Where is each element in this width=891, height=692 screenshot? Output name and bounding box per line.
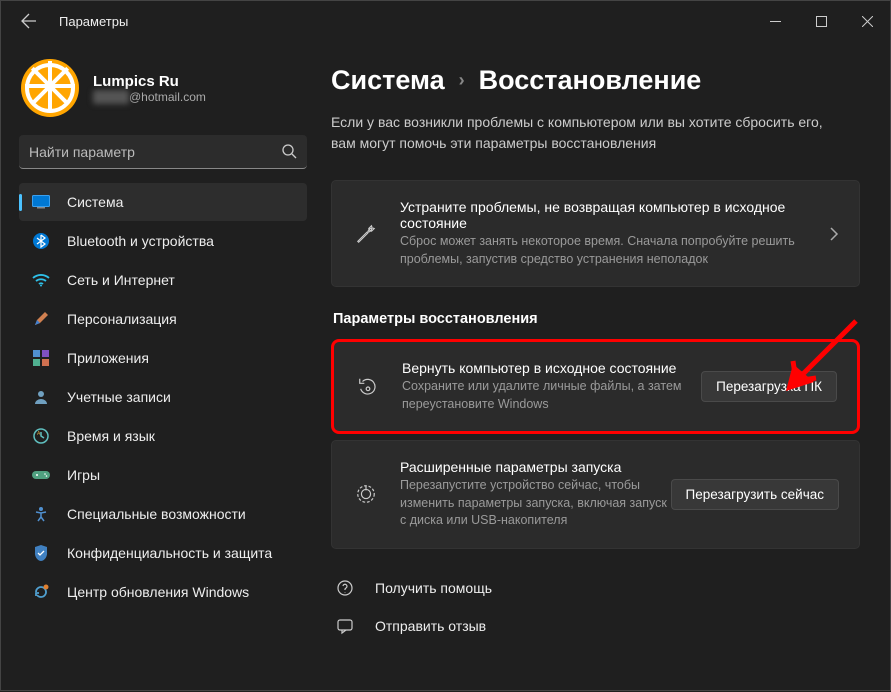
feedback-icon <box>333 617 357 635</box>
breadcrumb: Система › Восстановление <box>331 65 860 96</box>
update-icon <box>31 582 51 602</box>
nav-label: Приложения <box>67 350 149 366</box>
get-help-label: Получить помощь <box>375 580 492 596</box>
reset-pc-button[interactable]: Перезагрузка ПК <box>701 371 837 402</box>
advanced-startup-card: Расширенные параметры запуска Перезапуст… <box>331 440 860 549</box>
nav-label: Учетные записи <box>67 389 171 405</box>
nav-item-accessibility[interactable]: Специальные возможности <box>19 495 307 533</box>
section-title: Параметры восстановления <box>333 311 860 327</box>
nav-item-update[interactable]: Центр обновления Windows <box>19 573 307 611</box>
nav-item-brush[interactable]: Персонализация <box>19 300 307 338</box>
feedback-label: Отправить отзыв <box>375 618 486 634</box>
chevron-right-icon <box>829 227 839 241</box>
advanced-desc: Перезапустите устройство сейчас, чтобы и… <box>400 477 671 530</box>
restart-now-button[interactable]: Перезагрузить сейчас <box>671 479 839 510</box>
profile-name: Lumpics Ru <box>93 73 206 90</box>
nav-label: Bluetooth и устройства <box>67 233 214 249</box>
troubleshoot-title: Устраните проблемы, не возвращая компьют… <box>400 199 817 231</box>
search-icon <box>282 144 297 159</box>
nav-item-system[interactable]: Система <box>19 183 307 221</box>
reset-pc-card: Вернуть компьютер в исходное состояние С… <box>331 339 860 434</box>
wifi-icon <box>31 270 51 290</box>
apps-icon <box>31 348 51 368</box>
nav-label: Персонализация <box>67 311 177 327</box>
nav-item-time[interactable]: A Время и язык <box>19 417 307 455</box>
nav-label: Центр обновления Windows <box>67 584 249 600</box>
nav-label: Игры <box>67 467 100 483</box>
nav-label: Система <box>67 194 123 210</box>
reset-desc: Сохраните или удалите личные файлы, а за… <box>402 378 701 413</box>
games-icon <box>31 465 51 485</box>
search-box[interactable] <box>19 135 307 169</box>
back-button[interactable] <box>17 9 41 33</box>
window-title: Параметры <box>59 14 128 29</box>
maximize-button[interactable] <box>798 1 844 41</box>
nav-item-apps[interactable]: Приложения <box>19 339 307 377</box>
time-icon: A <box>31 426 51 446</box>
search-input[interactable] <box>29 144 282 160</box>
chevron-right-icon: › <box>459 70 465 91</box>
minimize-button[interactable] <box>752 1 798 41</box>
advanced-title: Расширенные параметры запуска <box>400 459 671 475</box>
nav-label: Специальные возможности <box>67 506 246 522</box>
nav-label: Время и язык <box>67 428 155 444</box>
nav-label: Конфиденциальность и защита <box>67 545 272 561</box>
system-icon <box>31 192 51 212</box>
breadcrumb-current: Восстановление <box>479 65 702 96</box>
nav-item-privacy[interactable]: Конфиденциальность и защита <box>19 534 307 572</box>
nav-label: Сеть и Интернет <box>67 272 175 288</box>
brush-icon <box>31 309 51 329</box>
get-help-link[interactable]: Получить помощь <box>331 569 860 607</box>
troubleshoot-desc: Сброс может занять некоторое время. Снач… <box>400 233 817 268</box>
profile-email: xxxxxx@hotmail.com <box>93 90 206 104</box>
close-button[interactable] <box>844 1 890 41</box>
help-icon <box>333 579 357 597</box>
nav-item-wifi[interactable]: Сеть и Интернет <box>19 261 307 299</box>
privacy-icon <box>31 543 51 563</box>
wrench-icon <box>352 223 380 245</box>
breadcrumb-parent[interactable]: Система <box>331 65 445 96</box>
nav-item-bluetooth[interactable]: Bluetooth и устройства <box>19 222 307 260</box>
nav-item-games[interactable]: Игры <box>19 456 307 494</box>
profile-block[interactable]: Lumpics Ru xxxxxx@hotmail.com <box>13 51 313 135</box>
advanced-icon <box>352 483 380 505</box>
account-icon <box>31 387 51 407</box>
reset-icon <box>354 376 382 398</box>
reset-title: Вернуть компьютер в исходное состояние <box>402 360 701 376</box>
nav-item-account[interactable]: Учетные записи <box>19 378 307 416</box>
bluetooth-icon <box>31 231 51 251</box>
feedback-link[interactable]: Отправить отзыв <box>331 607 860 645</box>
intro-text: Если у вас возникли проблемы с компьютер… <box>331 112 831 154</box>
accessibility-icon <box>31 504 51 524</box>
troubleshoot-card[interactable]: Устраните проблемы, не возвращая компьют… <box>331 180 860 287</box>
avatar <box>21 59 79 117</box>
